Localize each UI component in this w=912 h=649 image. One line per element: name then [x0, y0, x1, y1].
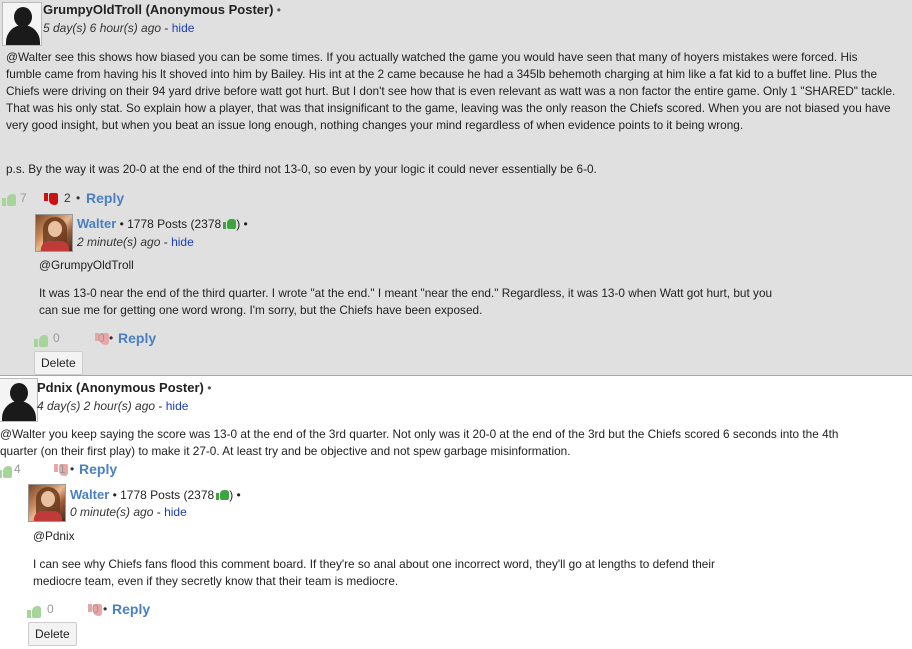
comment-timestamp: 4 day(s) 2 hour(s) ago [37, 399, 156, 413]
thumbs-down-icon[interactable] [44, 193, 58, 207]
downvote-count: 0 [98, 331, 105, 345]
reply-body: It was 13-0 near the end of the third qu… [39, 286, 773, 317]
comment-body-ps: p.s. By the way it was 20-0 at the end o… [6, 162, 597, 176]
reply-vote-bar: 0 0 • Reply [27, 601, 150, 619]
comment-thread: GrumpyOldTroll (Anonymous Poster) • 5 da… [0, 0, 912, 376]
reply-author[interactable]: Walter [70, 487, 109, 502]
comment-meta: 4 day(s) 2 hour(s) ago - hide [37, 399, 189, 413]
comment-header: GrumpyOldTroll (Anonymous Poster) • [43, 2, 281, 17]
reply-mention: @Pdnix [33, 529, 75, 543]
upvote-count: 4 [14, 462, 21, 476]
vote-bar: 7 2 • Reply [2, 190, 124, 208]
comment-meta: 5 day(s) 6 hour(s) ago - hide [43, 21, 195, 35]
reply-meta: 2 minute(s) ago - hide [77, 235, 194, 249]
comment-author[interactable]: Pdnix (Anonymous Poster) [37, 380, 204, 395]
thumbs-up-icon[interactable] [2, 192, 16, 206]
thumbs-up-icon [216, 489, 230, 500]
reply-button[interactable]: Reply [112, 601, 150, 617]
comment-body: @Walter see this shows how biased you ca… [6, 50, 896, 132]
user-avatar[interactable] [35, 214, 73, 252]
post-count: • 1778 Posts (2378 [112, 488, 215, 502]
downvote-count: 1 [59, 462, 66, 476]
thumbs-up-icon[interactable] [27, 604, 41, 618]
delete-button[interactable]: Delete [34, 351, 83, 375]
reply-meta: 0 minute(s) ago - hide [70, 505, 187, 519]
anonymous-avatar[interactable] [2, 2, 42, 46]
reply-vote-bar: 0 0 • Reply [34, 330, 156, 348]
post-count: • 1778 Posts (2378 [119, 217, 222, 231]
reply-button[interactable]: Reply [79, 461, 117, 477]
user-avatar[interactable] [28, 484, 66, 522]
downvote-count: 0 [92, 602, 99, 616]
comment-header: Pdnix (Anonymous Poster) • [37, 380, 212, 395]
upvote-count: 0 [53, 331, 60, 345]
reply-header: Walter • 1778 Posts (2378) • [77, 216, 248, 231]
reply-button[interactable]: Reply [86, 190, 124, 206]
anonymous-avatar[interactable] [0, 378, 38, 422]
thumbs-up-icon [223, 218, 237, 229]
upvote-count: 7 [20, 191, 27, 205]
downvote-count: 2 [64, 191, 71, 205]
thumbs-up-icon[interactable] [34, 333, 48, 347]
comment-timestamp: 5 day(s) 6 hour(s) ago [43, 21, 162, 35]
thumbs-up-icon[interactable] [0, 464, 12, 478]
reply-mention: @GrumpyOldTroll [39, 258, 134, 272]
reply-timestamp: 0 minute(s) ago [70, 505, 154, 519]
delete-button[interactable]: Delete [28, 622, 77, 646]
reply-header: Walter • 1778 Posts (2378) • [70, 487, 241, 502]
upvote-count: 0 [47, 602, 54, 616]
hide-link[interactable]: hide [172, 21, 195, 35]
comment-body: @Walter you keep saying the score was 13… [0, 427, 839, 458]
vote-bar: 4 1 • Reply [0, 461, 117, 479]
reply-button[interactable]: Reply [118, 330, 156, 346]
hide-link[interactable]: hide [164, 505, 187, 519]
hide-link[interactable]: hide [166, 399, 189, 413]
comment-thread: Pdnix (Anonymous Poster) • 4 day(s) 2 ho… [0, 376, 912, 649]
reply-body: I can see why Chiefs fans flood this com… [33, 557, 715, 588]
hide-link[interactable]: hide [171, 235, 194, 249]
comment-author[interactable]: GrumpyOldTroll (Anonymous Poster) [43, 2, 273, 17]
reply-timestamp: 2 minute(s) ago [77, 235, 161, 249]
reply-author[interactable]: Walter [77, 216, 116, 231]
